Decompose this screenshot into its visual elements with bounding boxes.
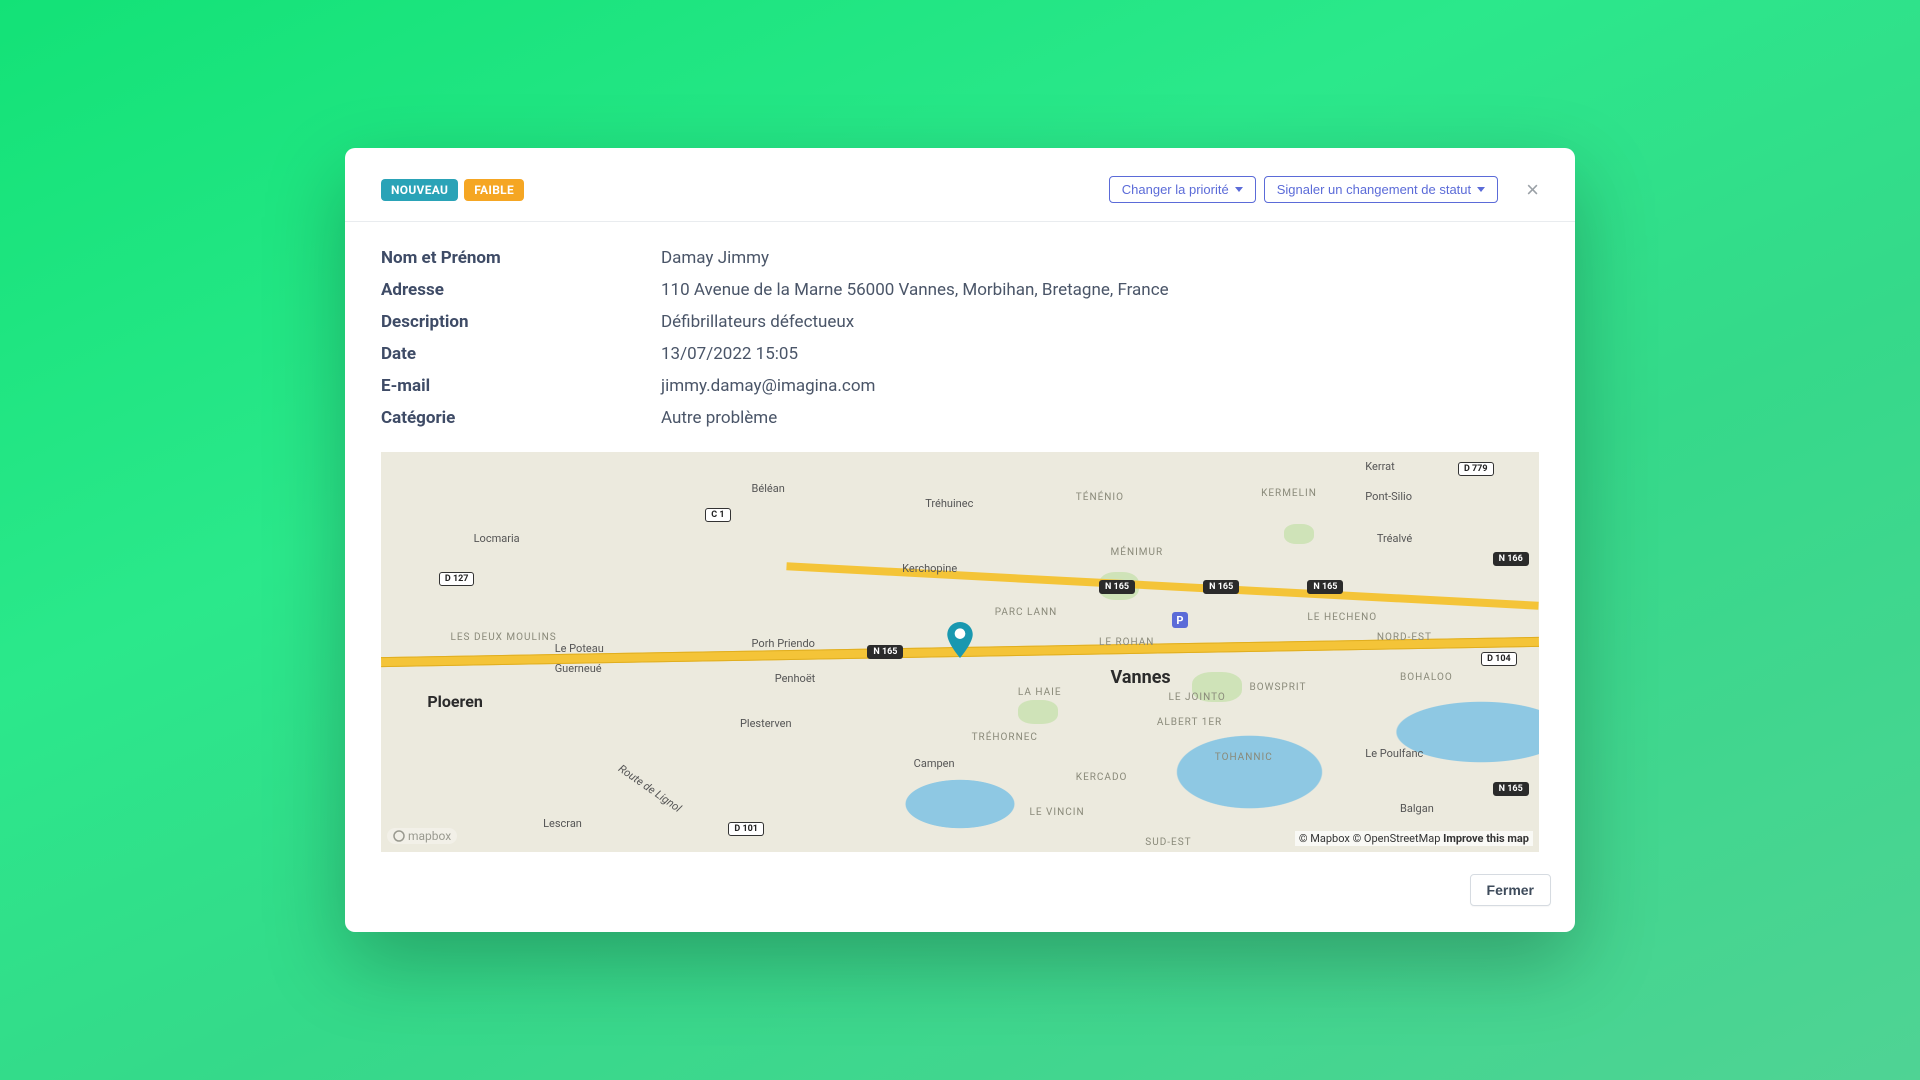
field-date: Date 13/07/2022 15:05 [381, 338, 1539, 370]
map-district: BOHALOO [1400, 672, 1453, 683]
map-district: PARC LANN [995, 607, 1058, 618]
close-button[interactable]: Fermer [1470, 874, 1551, 906]
field-email: E-mail jimmy.damay@imagina.com [381, 370, 1539, 402]
chevron-down-icon [1477, 187, 1485, 192]
attrib-osm[interactable]: © OpenStreetMap [1353, 832, 1441, 845]
field-category: Catégorie Autre problème [381, 402, 1539, 434]
date-label: Date [381, 344, 661, 364]
field-name: Nom et Prénom Damay Jimmy [381, 242, 1539, 274]
date-value: 13/07/2022 15:05 [661, 344, 798, 364]
field-description: Description Défibrillateurs défectueux [381, 306, 1539, 338]
map-town: Le Poteau [555, 642, 604, 655]
road-shield: D 127 [439, 572, 475, 586]
road-shield: N 165 [867, 645, 903, 659]
road-shield: D 779 [1458, 462, 1494, 476]
change-status-label: Signaler un changement de statut [1277, 182, 1471, 197]
road-shield: N 165 [1307, 580, 1343, 594]
description-label: Description [381, 312, 661, 332]
map-town: Campen [914, 757, 955, 770]
road-shield: D 101 [728, 822, 764, 836]
chevron-down-icon [1235, 187, 1243, 192]
map-park [1284, 524, 1314, 544]
road-shield: N 165 [1203, 580, 1239, 594]
header-actions: Changer la priorité Signaler un changeme… [1109, 176, 1539, 203]
close-icon[interactable]: × [1526, 179, 1539, 201]
map-town: Tréalvé [1377, 532, 1412, 545]
map-town: Kerrat [1365, 460, 1394, 473]
road-shield: D 104 [1481, 652, 1517, 666]
map-marker-icon [947, 622, 973, 658]
category-label: Catégorie [381, 408, 661, 428]
map-district: TOHANNIC [1215, 752, 1273, 763]
map-town: Le Poulfanc [1365, 747, 1423, 760]
map-district: LES DEUX MOULINS [450, 632, 556, 643]
map-town: Penhoët [775, 672, 816, 685]
map-district: NORD-EST [1377, 632, 1432, 643]
change-status-button[interactable]: Signaler un changement de statut [1264, 176, 1498, 203]
attrib-improve[interactable]: Improve this map [1443, 832, 1529, 845]
road-shield: N 166 [1493, 552, 1529, 566]
map-district: TRÉHORNEC [972, 732, 1038, 743]
map-town: Kerchopine [902, 562, 957, 575]
email-value: jimmy.damay@imagina.com [661, 376, 875, 396]
map-town: Pont-Silio [1365, 490, 1412, 503]
report-detail-modal: NOUVEAU FAIBLE Changer la priorité Signa… [345, 148, 1575, 932]
address-label: Adresse [381, 280, 661, 300]
map-town: Lescran [543, 817, 582, 830]
status-badge: NOUVEAU [381, 179, 458, 201]
map-city-main: Vannes [1111, 667, 1171, 688]
description-value: Défibrillateurs défectueux [661, 312, 854, 332]
map-attribution: © Mapbox © OpenStreetMap Improve this ma… [1295, 831, 1533, 846]
parking-icon: P [1172, 612, 1188, 628]
email-label: E-mail [381, 376, 661, 396]
road-shield: N 165 [1099, 580, 1135, 594]
change-priority-button[interactable]: Changer la priorité [1109, 176, 1256, 203]
road-shield: C 1 [705, 508, 730, 522]
name-value: Damay Jimmy [661, 248, 769, 268]
map-district: LE HECHENO [1307, 612, 1377, 623]
map-town: Béléan [752, 482, 785, 495]
map-town: Tréhuinec [925, 497, 973, 510]
map-district: MÉNIMUR [1111, 547, 1164, 558]
map-town: Balgan [1400, 802, 1434, 815]
mapbox-logo-text: mapbox [408, 829, 451, 843]
priority-badge: FAIBLE [464, 179, 524, 201]
map-town: Porh Priendo [752, 637, 815, 650]
modal-footer: Fermer [345, 852, 1575, 932]
map-district: BOWSPRIT [1250, 682, 1307, 693]
category-value: Autre problème [661, 408, 777, 428]
map-district: LE ROHAN [1099, 637, 1154, 648]
map-district: ALBERT 1ER [1157, 717, 1222, 728]
badges-group: NOUVEAU FAIBLE [381, 179, 524, 201]
map-district: TÉNÉNIO [1076, 492, 1124, 503]
map-district: LE JOINTO [1168, 692, 1225, 703]
address-value: 110 Avenue de la Marne 56000 Vannes, Mor… [661, 280, 1169, 300]
field-address: Adresse 110 Avenue de la Marne 56000 Van… [381, 274, 1539, 306]
map-town: Guerneué [555, 662, 602, 675]
map-district: LA HAIE [1018, 687, 1062, 698]
mapbox-logo: mapbox [387, 828, 457, 844]
map-district: SUD-EST [1145, 837, 1191, 848]
modal-header: NOUVEAU FAIBLE Changer la priorité Signa… [345, 148, 1575, 222]
name-label: Nom et Prénom [381, 248, 661, 268]
map-district: KERMELIN [1261, 488, 1317, 499]
map-town: Locmaria [474, 532, 520, 545]
attrib-mapbox[interactable]: © Mapbox [1299, 832, 1350, 845]
location-map[interactable]: N 165 D 127 C 1 D 101 D 104 D 779 N 165 … [381, 452, 1539, 852]
modal-body: Nom et Prénom Damay Jimmy Adresse 110 Av… [345, 222, 1575, 852]
map-town: Plesterven [740, 717, 792, 730]
map-district: LE VINCIN [1029, 807, 1084, 818]
map-district: KERCADO [1076, 772, 1128, 783]
road-shield: N 165 [1493, 782, 1529, 796]
change-priority-label: Changer la priorité [1122, 182, 1229, 197]
map-park [1018, 700, 1058, 724]
map-city-secondary: Ploeren [427, 692, 483, 711]
